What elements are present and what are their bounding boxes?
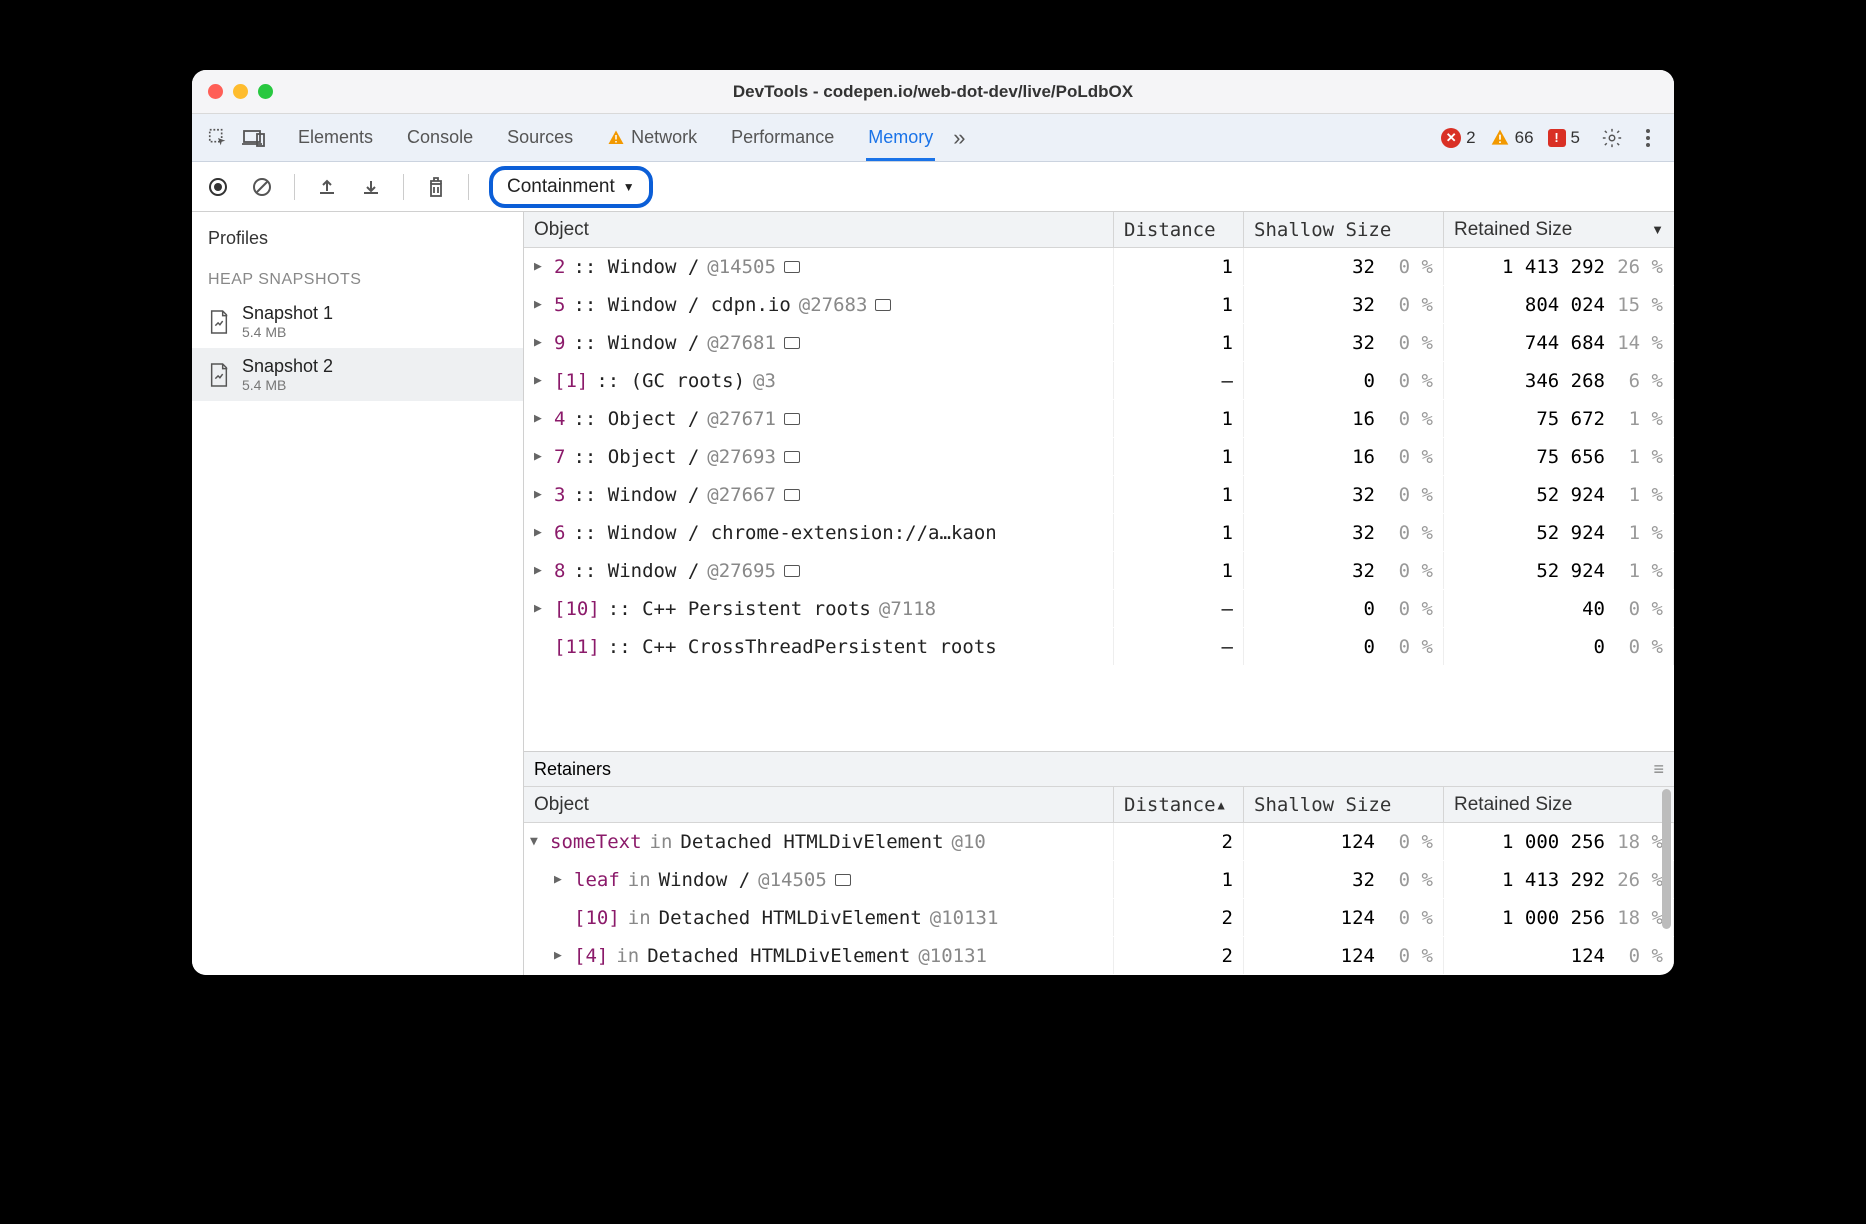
- rcol-object[interactable]: Object: [524, 787, 1114, 822]
- frame-icon: [784, 489, 800, 501]
- tab-network[interactable]: Network: [605, 114, 699, 161]
- settings-icon[interactable]: [1594, 120, 1630, 156]
- profiles-sidebar: Profiles HEAP SNAPSHOTS Snapshot 1 5.4 M…: [192, 212, 524, 975]
- warnings-badge[interactable]: 66: [1490, 128, 1534, 148]
- tab-console[interactable]: Console: [405, 114, 475, 161]
- blocked-badge[interactable]: !5: [1548, 128, 1580, 148]
- rcol-shallow[interactable]: Shallow Size: [1244, 787, 1444, 822]
- object-row[interactable]: ▶3 :: Window / @27667 1 320 % 52 9241 %: [524, 476, 1674, 514]
- traffic-lights: [208, 84, 273, 99]
- snapshot-size: 5.4 MB: [242, 324, 333, 340]
- col-object[interactable]: Object: [524, 212, 1114, 247]
- objects-header: Object Distance Shallow Size Retained Si…: [524, 212, 1674, 248]
- close-button[interactable]: [208, 84, 223, 99]
- errors-badge[interactable]: ✕2: [1441, 128, 1475, 148]
- frame-icon: [835, 874, 851, 886]
- titlebar: DevTools - codepen.io/web-dot-dev/live/P…: [192, 70, 1674, 114]
- col-shallow[interactable]: Shallow Size: [1244, 212, 1444, 247]
- main-panel: Object Distance Shallow Size Retained Si…: [524, 212, 1674, 975]
- errors-count: 2: [1466, 128, 1475, 148]
- object-row[interactable]: ▶[1] :: (GC roots) @3 – 00 % 346 2686 %: [524, 362, 1674, 400]
- scrollbar[interactable]: [1662, 789, 1671, 929]
- snapshot-name: Snapshot 2: [242, 356, 333, 377]
- minimize-button[interactable]: [233, 84, 248, 99]
- status-badges: ✕2 66 !5: [1441, 128, 1580, 148]
- record-button[interactable]: [200, 169, 236, 205]
- object-row[interactable]: ▶2 :: Window / @14505 1 320 % 1 413 2922…: [524, 248, 1674, 286]
- maximize-button[interactable]: [258, 84, 273, 99]
- objects-grid[interactable]: ▶2 :: Window / @14505 1 320 % 1 413 2922…: [524, 248, 1674, 751]
- rcol-distance[interactable]: Distance▲: [1114, 787, 1244, 822]
- retainers-title-row: Retainers ≡: [524, 751, 1674, 787]
- snapshot-size: 5.4 MB: [242, 377, 333, 393]
- retainers-header: Object Distance▲ Shallow Size Retained S…: [524, 787, 1674, 823]
- view-select[interactable]: Containment ▼: [489, 166, 653, 208]
- tab-memory[interactable]: Memory: [866, 114, 935, 161]
- retainers-title: Retainers: [534, 759, 611, 780]
- devtools-window: DevTools - codepen.io/web-dot-dev/live/P…: [192, 70, 1674, 975]
- object-row[interactable]: ▶4 :: Object / @27671 1 160 % 75 6721 %: [524, 400, 1674, 438]
- inspect-icon[interactable]: [200, 120, 236, 156]
- object-row[interactable]: ▶5 :: Window / cdpn.io @27683 1 320 % 80…: [524, 286, 1674, 324]
- snapshot-name: Snapshot 1: [242, 303, 333, 324]
- frame-icon: [784, 451, 800, 463]
- panel-tabs: Elements Console Sources Network Perform…: [296, 114, 935, 161]
- hamburger-icon[interactable]: ≡: [1653, 759, 1664, 780]
- window-title: DevTools - codepen.io/web-dot-dev/live/P…: [192, 82, 1674, 102]
- device-toolbar-icon[interactable]: [236, 120, 272, 156]
- heap-snapshots-label: HEAP SNAPSHOTS: [192, 261, 523, 295]
- snapshot-icon: [208, 309, 230, 335]
- retainer-row[interactable]: ▶leaf in Window / @14505 1 320 % 1 413 2…: [524, 861, 1674, 899]
- kebab-menu-icon[interactable]: [1630, 120, 1666, 156]
- sidebar-snapshot[interactable]: Snapshot 2 5.4 MB: [192, 348, 523, 401]
- frame-icon: [784, 337, 800, 349]
- sidebar-title: Profiles: [192, 212, 523, 261]
- view-select-label: Containment: [507, 176, 615, 198]
- blocked-count: 5: [1571, 128, 1580, 148]
- more-tabs-icon[interactable]: »: [953, 125, 965, 151]
- memory-toolbar: Containment ▼: [192, 162, 1674, 212]
- warnings-count: 66: [1515, 128, 1534, 148]
- tab-network-label: Network: [631, 127, 697, 148]
- object-row[interactable]: ▶7 :: Object / @27693 1 160 % 75 6561 %: [524, 438, 1674, 476]
- frame-icon: [875, 299, 891, 311]
- gc-icon[interactable]: [418, 169, 454, 205]
- tab-sources[interactable]: Sources: [505, 114, 575, 161]
- object-row[interactable]: ▶[10] :: C++ Persistent roots @7118 – 00…: [524, 590, 1674, 628]
- retainers-panel: Retainers ≡ Object Distance▲ Shallow Siz…: [524, 751, 1674, 975]
- rcol-retained[interactable]: Retained Size: [1444, 787, 1674, 822]
- object-row[interactable]: ▶6 :: Window / chrome-extension://a…kaon…: [524, 514, 1674, 552]
- sidebar-snapshot[interactable]: Snapshot 1 5.4 MB: [192, 295, 523, 348]
- retainer-row[interactable]: ▶[4] in Detached HTMLDivElement @10131 2…: [524, 937, 1674, 975]
- tab-elements[interactable]: Elements: [296, 114, 375, 161]
- panel-tabbar: Elements Console Sources Network Perform…: [192, 114, 1674, 162]
- col-retained[interactable]: Retained Size▼: [1444, 212, 1674, 247]
- object-row[interactable]: [11] :: C++ CrossThreadPersistent roots …: [524, 628, 1674, 666]
- upload-icon[interactable]: [309, 169, 345, 205]
- download-icon[interactable]: [353, 169, 389, 205]
- frame-icon: [784, 565, 800, 577]
- col-distance[interactable]: Distance: [1114, 212, 1244, 247]
- object-row[interactable]: ▶9 :: Window / @27681 1 320 % 744 68414 …: [524, 324, 1674, 362]
- retainers-grid[interactable]: ▼someText in Detached HTMLDivElement @10…: [524, 823, 1674, 975]
- object-row[interactable]: ▶8 :: Window / @27695 1 320 % 52 9241 %: [524, 552, 1674, 590]
- clear-button[interactable]: [244, 169, 280, 205]
- tab-performance[interactable]: Performance: [729, 114, 836, 161]
- retainer-row[interactable]: ▼someText in Detached HTMLDivElement @10…: [524, 823, 1674, 861]
- retainer-row[interactable]: [10] in Detached HTMLDivElement @10131 2…: [524, 899, 1674, 937]
- frame-icon: [784, 261, 800, 273]
- snapshot-icon: [208, 362, 230, 388]
- chevron-down-icon: ▼: [623, 180, 635, 194]
- frame-icon: [784, 413, 800, 425]
